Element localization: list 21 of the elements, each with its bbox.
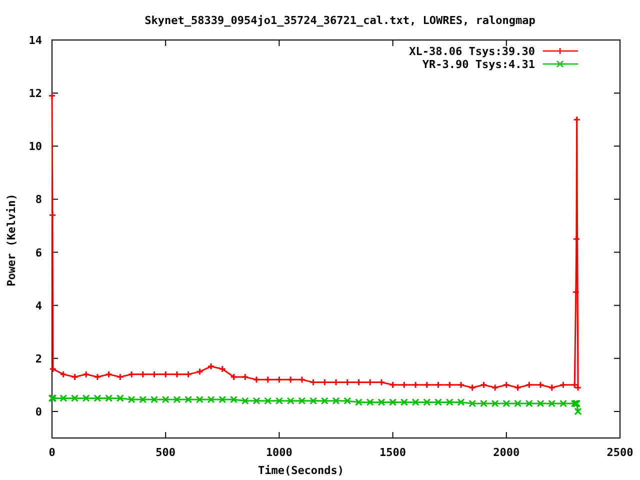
x-axis-label: Time(Seconds) <box>258 464 344 477</box>
x-tick-label: 2500 <box>606 446 634 459</box>
y-tick-label: 14 <box>28 34 42 47</box>
x-tick-label: 1000 <box>266 446 292 459</box>
chart-title: Skynet_58339_0954jo1_35724_36721_cal.txt, LOWRES, ralongmap <box>144 14 536 27</box>
y-tick-label: 6 <box>35 246 42 260</box>
legend-swatch <box>542 47 579 55</box>
y-tick-label: 4 <box>35 299 42 312</box>
y-tick-label: 10 <box>28 140 42 154</box>
legend-label: XL-38.06 Tsys:39.30 <box>409 45 535 58</box>
legend-swatch <box>542 60 579 68</box>
x-tick-label: 2000 <box>493 446 520 459</box>
legend-label: YR-3.90 Tsys:4.31 <box>422 58 535 71</box>
x-tick-label: 500 <box>156 446 176 459</box>
y-axis-label: Power (Kelvin) <box>5 194 18 286</box>
y-tick-label: 8 <box>35 193 42 206</box>
x-tick-label: 1500 <box>380 446 406 459</box>
x-tick-label: 0 <box>48 446 56 459</box>
y-tick-label: 0 <box>35 405 42 418</box>
y-tick-label: 2 <box>35 352 42 366</box>
y-tick-label: 12 <box>28 87 42 100</box>
